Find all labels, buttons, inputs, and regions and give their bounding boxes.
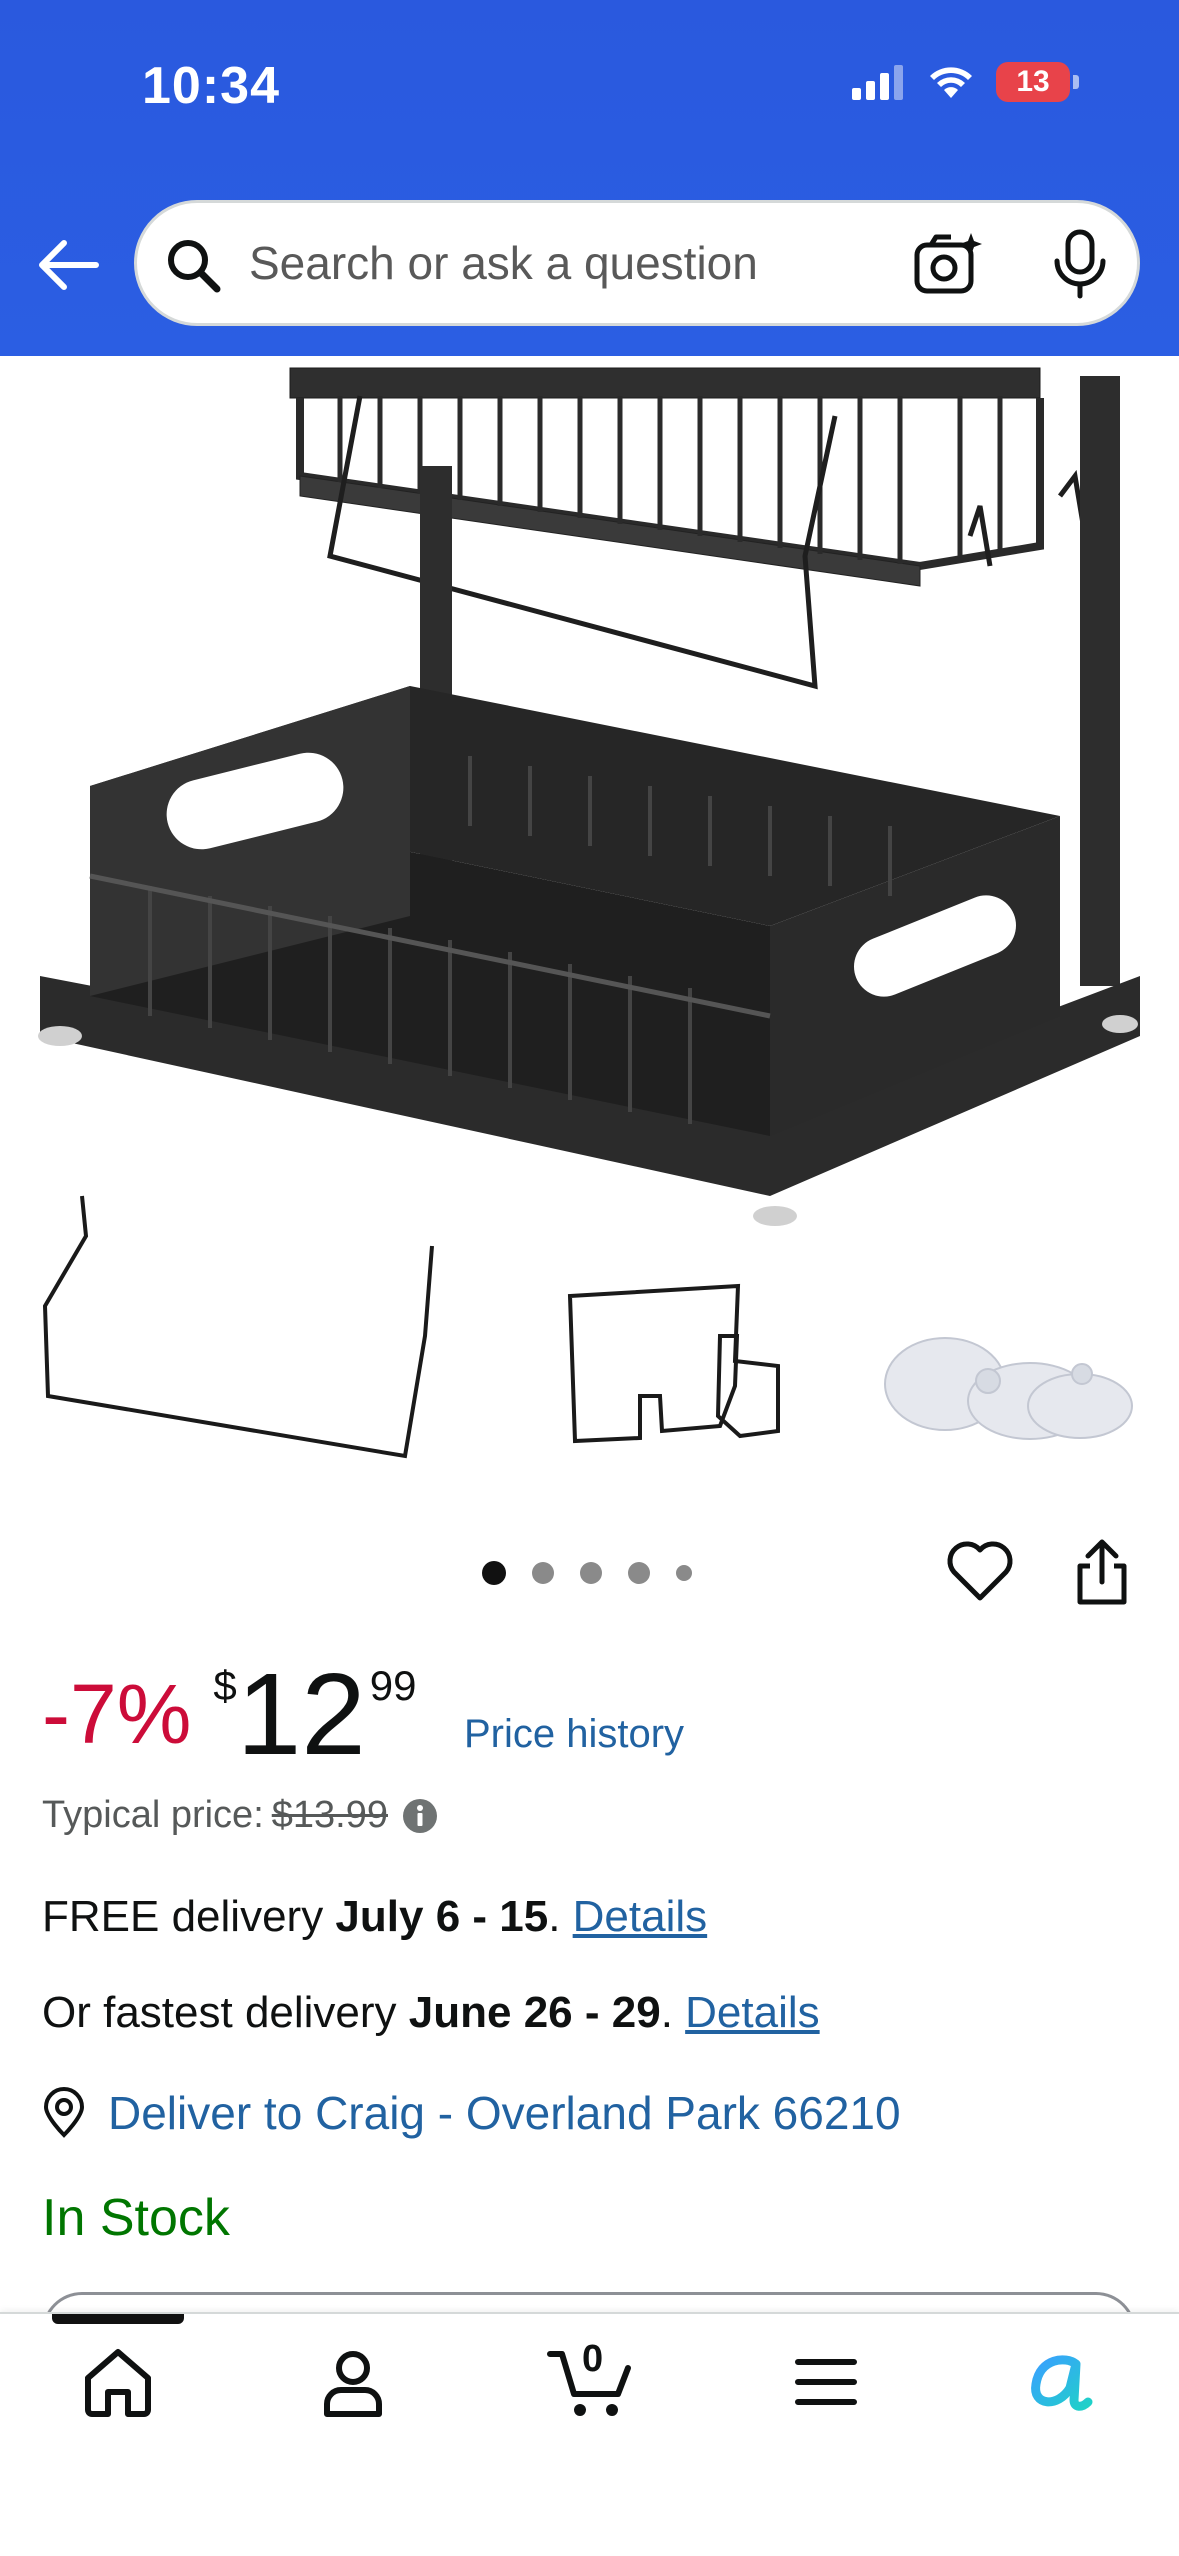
location-pin-icon <box>43 2087 85 2138</box>
suction-cups <box>884 1337 1133 1440</box>
wifi-icon <box>930 67 972 98</box>
fastest-delivery-details-link[interactable]: Details <box>685 1988 820 2037</box>
header-bar: 10:34 13 <box>0 0 1179 356</box>
carousel-dot-5[interactable] <box>676 1565 692 1581</box>
carousel-dot-4[interactable] <box>628 1562 650 1584</box>
hook-accessory-1 <box>42 1195 434 1459</box>
typical-price-label: Typical price: <box>42 1794 264 1836</box>
price-dollars: 12 <box>236 1649 366 1779</box>
battery-indicator: 13 <box>996 62 1079 102</box>
product-image[interactable] <box>0 356 1179 1506</box>
typical-price-value: $13.99 <box>271 1794 388 1836</box>
hook-accessory-2 <box>567 1283 780 1444</box>
info-icon[interactable] <box>402 1798 438 1834</box>
deliver-to-location[interactable]: Deliver to Craig - Overland Park 66210 <box>40 2086 901 2140</box>
status-time: 10:34 <box>142 57 280 115</box>
cart-count: 0 <box>582 2338 604 2380</box>
nav-active-indicator <box>52 2314 184 2324</box>
search-bar[interactable] <box>134 200 1140 326</box>
stock-status: In Stock <box>42 2189 230 2247</box>
free-delivery-details-link[interactable]: Details <box>573 1892 708 1941</box>
price-row: -7% $ 12 99 <box>42 1648 417 1772</box>
menu-icon[interactable] <box>786 2342 866 2422</box>
rufus-ai-icon[interactable] <box>1018 2342 1098 2422</box>
carousel-dot-2[interactable] <box>532 1562 554 1584</box>
battery-tip <box>1073 75 1079 89</box>
discount-percent: -7% <box>42 1667 192 1761</box>
carousel-dot-3[interactable] <box>580 1562 602 1584</box>
cellular-signal-icon <box>852 65 903 100</box>
share-icon[interactable] <box>1074 1538 1130 1606</box>
status-icons: 13 <box>852 62 1079 102</box>
price-history-link[interactable]: Price history <box>464 1712 684 1757</box>
cart-button[interactable]: 0 <box>546 2338 636 2422</box>
price-cents: 99 <box>369 1662 417 1709</box>
account-icon[interactable] <box>313 2342 393 2422</box>
price-currency: $ <box>213 1662 237 1709</box>
camera-icon[interactable] <box>913 229 983 299</box>
search-icon <box>168 240 221 293</box>
home-icon[interactable] <box>78 2342 158 2422</box>
heart-icon[interactable] <box>946 1538 1014 1604</box>
fastest-delivery-prefix: Or fastest delivery <box>42 1988 409 2037</box>
fastest-delivery-line: Or fastest delivery June 26 - 29. Detail… <box>42 1988 820 2038</box>
battery-level: 13 <box>996 62 1070 102</box>
back-arrow-icon[interactable] <box>34 232 100 298</box>
typical-price: Typical price: $13.99 <box>42 1794 438 1837</box>
deliver-to-text: Deliver to Craig - Overland Park 66210 <box>108 2087 901 2139</box>
upper-basket <box>289 367 1088 690</box>
free-delivery-prefix: FREE delivery <box>42 1892 336 1941</box>
search-input[interactable] <box>249 203 929 323</box>
free-delivery-line: FREE delivery July 6 - 15. Details <box>42 1892 707 1942</box>
microphone-icon[interactable] <box>1049 229 1111 299</box>
free-delivery-dates: July 6 - 15 <box>335 1892 549 1941</box>
image-carousel-dots[interactable] <box>482 1561 692 1585</box>
fastest-delivery-suffix: . <box>660 1988 686 2037</box>
fastest-delivery-dates: June 26 - 29 <box>408 1988 661 2037</box>
free-delivery-suffix: . <box>548 1892 573 1941</box>
lower-basket <box>38 686 1140 1226</box>
carousel-dot-1[interactable] <box>482 1561 506 1585</box>
